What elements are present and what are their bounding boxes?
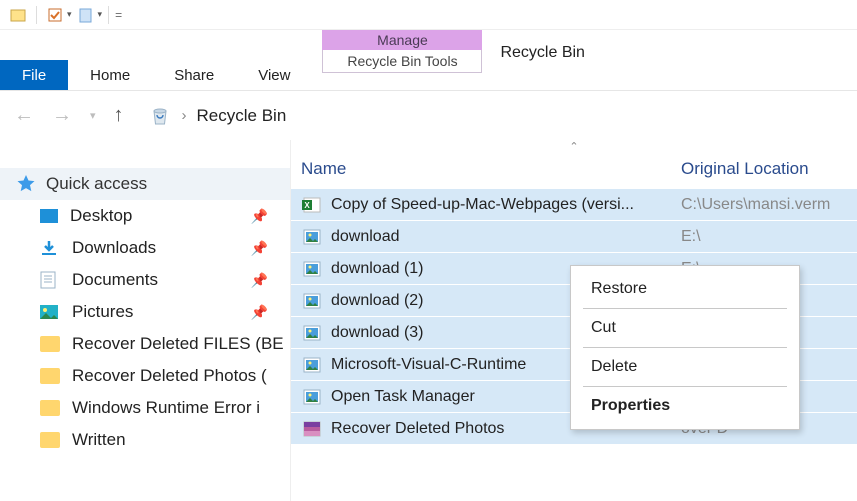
context-menu-item[interactable]: Restore (571, 272, 799, 306)
sidebar-item-label: Pictures (72, 302, 133, 322)
file-type-icon (301, 291, 323, 311)
file-type-icon: X (301, 195, 323, 215)
pin-icon: 📌 (251, 272, 268, 289)
menu-separator (583, 347, 787, 348)
breadcrumb-separator: › (182, 107, 187, 124)
contextual-tab-group: Manage Recycle Bin Tools (322, 30, 482, 90)
file-original-location: E:\ (681, 228, 857, 246)
ribbon-tabs: File Home Share View (0, 30, 312, 90)
folder-icon (40, 336, 60, 352)
app-icon[interactable] (6, 3, 30, 27)
sidebar-item-desktop[interactable]: Desktop 📌 (0, 200, 290, 232)
new-folder-icon[interactable] (74, 3, 98, 27)
file-type-icon (301, 227, 323, 247)
sidebar-item-label: Downloads (72, 238, 156, 258)
forward-button[interactable]: → (52, 104, 72, 127)
navigation-pane: Quick access Desktop 📌 Downloads 📌 Docum… (0, 140, 290, 501)
desktop-icon (40, 209, 58, 223)
column-header-original-location[interactable]: Original Location (681, 159, 847, 179)
document-icon (40, 271, 60, 289)
recycle-bin-icon (148, 104, 172, 128)
menu-separator (583, 386, 787, 387)
quick-access-header[interactable]: Quick access (0, 168, 290, 200)
navigation-bar: ← → ▾ ↑ › Recycle Bin (0, 90, 857, 140)
file-type-icon (301, 419, 323, 439)
back-button[interactable]: ← (14, 104, 34, 127)
sidebar-item-label: Desktop (70, 206, 132, 226)
sidebar-item-label: Recover Deleted Photos ( (72, 366, 267, 386)
tab-home[interactable]: Home (68, 60, 152, 90)
file-row[interactable]: downloadE:\ (291, 221, 857, 253)
file-type-icon (301, 323, 323, 343)
context-menu: Restore Cut Delete Properties (570, 265, 800, 430)
file-type-icon (301, 259, 323, 279)
download-arrow-icon (40, 239, 60, 257)
file-tab[interactable]: File (0, 60, 68, 90)
column-headers: Name Original Location (291, 153, 857, 189)
file-type-icon (301, 387, 323, 407)
file-name: Copy of Speed-up-Mac-Webpages (versi... (331, 196, 681, 214)
pin-icon: 📌 (251, 304, 268, 321)
star-icon (16, 174, 36, 194)
context-menu-item[interactable]: Delete (571, 350, 799, 384)
tab-recycle-bin-tools[interactable]: Recycle Bin Tools (322, 50, 482, 73)
file-original-location: C:\Users\mansi.verm (681, 196, 857, 214)
customize-qat-caret[interactable]: = (115, 8, 122, 22)
breadcrumb-current[interactable]: Recycle Bin (197, 106, 287, 126)
pictures-icon (40, 305, 60, 319)
quick-access-toolbar: ▾ ▾ = (0, 0, 857, 30)
folder-icon (40, 432, 60, 448)
tab-view[interactable]: View (236, 60, 312, 90)
sidebar-item-label: Recover Deleted FILES (BE (72, 334, 284, 354)
quick-access-label: Quick access (46, 174, 147, 194)
sidebar-item-folder[interactable]: Recover Deleted Photos ( (0, 360, 290, 392)
sidebar-item-label: Written (72, 430, 126, 450)
sidebar-item-pictures[interactable]: Pictures 📌 (0, 296, 290, 328)
sidebar-item-label: Windows Runtime Error i (72, 398, 260, 418)
column-header-name[interactable]: Name (301, 159, 681, 179)
sidebar-item-downloads[interactable]: Downloads 📌 (0, 232, 290, 264)
file-type-icon (301, 355, 323, 375)
folder-icon (40, 368, 60, 384)
sidebar-item-folder[interactable]: Windows Runtime Error i (0, 392, 290, 424)
recent-locations-caret[interactable]: ▾ (90, 109, 96, 122)
breadcrumb[interactable]: › Recycle Bin (148, 104, 287, 128)
context-menu-item[interactable]: Properties (571, 389, 799, 423)
window-title: Recycle Bin (500, 44, 584, 76)
sidebar-item-label: Documents (72, 270, 158, 290)
sidebar-item-folder[interactable]: Written (0, 424, 290, 456)
contextual-header: Manage (322, 30, 482, 50)
svg-text:X: X (304, 201, 310, 210)
sidebar-item-documents[interactable]: Documents 📌 (0, 264, 290, 296)
folder-icon (40, 400, 60, 416)
qat-dropdown-1[interactable]: ▾ (67, 9, 72, 20)
file-row[interactable]: X Copy of Speed-up-Mac-Webpages (versi...… (291, 189, 857, 221)
up-button[interactable]: ↑ (114, 104, 124, 127)
properties-icon[interactable] (43, 3, 67, 27)
pin-icon: 📌 (251, 240, 268, 257)
sort-indicator: ⌃ (291, 140, 857, 153)
file-name: download (331, 228, 681, 246)
tab-share[interactable]: Share (152, 60, 236, 90)
context-menu-item[interactable]: Cut (571, 311, 799, 345)
menu-separator (583, 308, 787, 309)
qat-dropdown-2[interactable]: ▾ (98, 9, 103, 20)
sidebar-item-folder[interactable]: Recover Deleted FILES (BE (0, 328, 290, 360)
pin-icon: 📌 (251, 208, 268, 225)
